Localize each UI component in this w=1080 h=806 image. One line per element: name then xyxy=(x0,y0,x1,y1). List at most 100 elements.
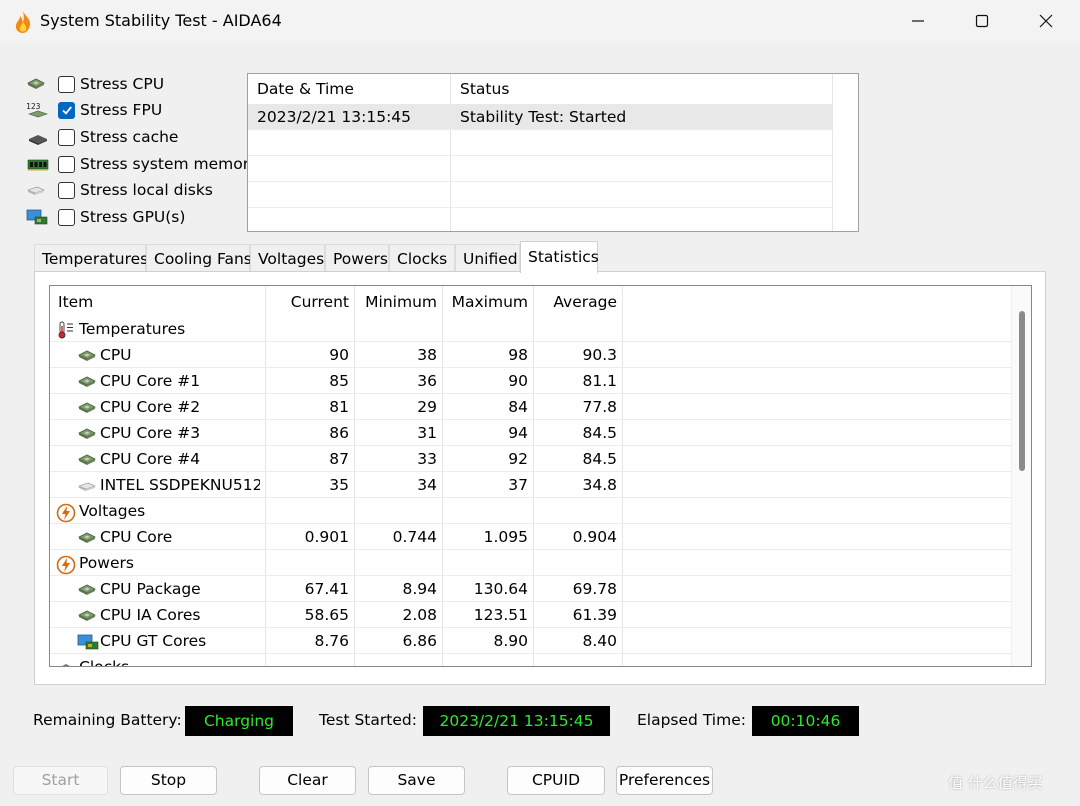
stress-checkbox[interactable] xyxy=(58,128,75,146)
row-maximum-value xyxy=(442,316,528,342)
stop-button[interactable]: Stop xyxy=(120,766,217,795)
group-row[interactable]: Temperatures xyxy=(50,316,1013,342)
status-row[interactable] xyxy=(248,156,833,182)
stress-checkbox[interactable] xyxy=(58,75,75,93)
status-row[interactable] xyxy=(248,182,833,208)
tab-powers[interactable]: Powers xyxy=(325,244,389,272)
start-button[interactable]: Start xyxy=(13,766,108,795)
group-row[interactable]: Powers xyxy=(50,550,1013,576)
stress-option-label: Stress CPU xyxy=(80,75,165,93)
status-row[interactable] xyxy=(248,130,833,156)
status-row[interactable]: 2023/2/21 13:15:45 Stability Test: Starte… xyxy=(248,104,833,130)
fpu-123-icon: 123 xyxy=(26,101,50,119)
row-item-name: CPU GT Cores xyxy=(100,632,207,650)
stress-option-label: Stress system memory xyxy=(80,155,259,173)
row-item-name: Voltages xyxy=(79,502,146,520)
cpu-chip-icon xyxy=(77,425,97,441)
row-current-value xyxy=(265,316,349,342)
row-current-value: 0.901 xyxy=(304,528,349,546)
header-item[interactable]: Item xyxy=(58,286,258,316)
stress-checkbox[interactable] xyxy=(58,181,75,199)
status-text-cell: Stability Test: Started xyxy=(460,108,627,126)
grid-scrollbar[interactable] xyxy=(1011,286,1031,666)
row-current-value: 87 xyxy=(329,450,349,468)
tab-statistics[interactable]: Statistics xyxy=(520,241,599,273)
status-row[interactable] xyxy=(248,208,833,231)
row-item-name: Clocks xyxy=(79,658,130,667)
table-row[interactable]: CPU Core #3 86 31 94 84.5 xyxy=(50,420,1013,446)
statistics-grid[interactable]: Item Current Minimum Maximum Average Tem… xyxy=(49,285,1032,667)
title-bar[interactable]: System Stability Test - AIDA64 xyxy=(0,0,1080,44)
stress-option-label: Stress GPU(s) xyxy=(80,208,186,226)
header-current[interactable]: Current xyxy=(265,286,349,316)
group-row[interactable]: Voltages xyxy=(50,498,1013,524)
tab-temperatures[interactable]: Temperatures xyxy=(34,244,148,272)
row-maximum-value xyxy=(442,654,528,666)
status-log[interactable]: Date & Time Status 2023/2/21 13:15:45 Sta… xyxy=(247,73,859,232)
stress-option[interactable]: Stress GPU(s) xyxy=(26,205,185,229)
table-row[interactable]: CPU Package 67.41 8.94 130.64 69.78 xyxy=(50,576,1013,602)
table-row[interactable]: CPU 90 38 98 90.3 xyxy=(50,342,1013,368)
stress-option[interactable]: Stress CPU xyxy=(26,72,164,96)
row-average-value xyxy=(533,654,617,666)
status-header-status[interactable]: Status xyxy=(451,74,833,104)
stress-checkbox[interactable] xyxy=(58,208,75,226)
header-average[interactable]: Average xyxy=(533,286,617,316)
table-row[interactable]: INTEL SSDPEKNU512... 35 34 37 34.8 xyxy=(50,472,1013,498)
row-maximum-value: 1.095 xyxy=(483,528,528,546)
stress-option[interactable]: Stress cache xyxy=(26,125,178,149)
row-current-value xyxy=(265,498,349,524)
stress-checkbox[interactable] xyxy=(58,155,75,173)
save-button[interactable]: Save xyxy=(368,766,465,795)
clear-button[interactable]: Clear xyxy=(259,766,356,795)
scrollbar-thumb[interactable] xyxy=(1019,311,1025,471)
tab-voltages[interactable]: Voltages xyxy=(250,244,325,272)
row-maximum-value: 8.90 xyxy=(493,632,528,650)
header-minimum[interactable]: Minimum xyxy=(354,286,437,316)
header-maximum[interactable]: Maximum xyxy=(442,286,528,316)
row-item-name: CPU Core #2 xyxy=(100,398,201,416)
status-header-date[interactable]: Date & Time xyxy=(248,74,451,104)
row-average-value: 0.904 xyxy=(572,528,617,546)
preferences-button[interactable]: Preferences xyxy=(616,766,713,795)
tab-cooling-fans[interactable]: Cooling Fans xyxy=(146,244,252,272)
disk-icon xyxy=(77,477,97,493)
stress-option[interactable]: 123 Stress FPU xyxy=(26,98,162,122)
tab-unified[interactable]: Unified xyxy=(455,244,520,272)
cpu-chip-icon xyxy=(77,347,97,363)
maximize-button[interactable] xyxy=(950,0,1014,42)
lightning-icon xyxy=(56,503,76,523)
clock-icon xyxy=(56,659,76,666)
group-row[interactable]: Clocks xyxy=(50,654,1013,667)
disk-icon xyxy=(26,181,50,199)
minimize-button[interactable] xyxy=(886,0,950,42)
cpuid-button[interactable]: CPUID xyxy=(507,766,605,795)
lightning-icon xyxy=(56,555,76,575)
table-row[interactable]: CPU Core #2 81 29 84 77.8 xyxy=(50,394,1013,420)
table-row[interactable]: CPU GT Cores 8.76 6.86 8.90 8.40 xyxy=(50,628,1013,654)
table-row[interactable]: CPU Core #1 85 36 90 81.1 xyxy=(50,368,1013,394)
row-item-name: INTEL SSDPEKNU512... xyxy=(100,476,260,494)
row-average-value: 34.8 xyxy=(582,476,617,494)
watermark: 值 什么值得买 xyxy=(948,774,1043,792)
close-icon xyxy=(1039,14,1053,28)
gpu-monitor-icon xyxy=(26,208,50,226)
table-row[interactable]: CPU IA Cores 58.65 2.08 123.51 61.39 xyxy=(50,602,1013,628)
row-minimum-value: 33 xyxy=(417,450,437,468)
row-current-value: 81 xyxy=(329,398,349,416)
row-average-value xyxy=(533,498,617,524)
table-row[interactable]: CPU Core 0.901 0.744 1.095 0.904 xyxy=(50,524,1013,550)
table-row[interactable]: CPU Core #4 87 33 92 84.5 xyxy=(50,446,1013,472)
row-maximum-value: 98 xyxy=(508,346,528,364)
row-current-value: 85 xyxy=(329,372,349,390)
row-maximum-value: 37 xyxy=(508,476,528,494)
row-minimum-value xyxy=(354,654,437,666)
stress-option[interactable]: Stress system memory xyxy=(26,152,258,176)
row-average-value: 69.78 xyxy=(572,580,617,598)
stress-option[interactable]: Stress local disks xyxy=(26,178,213,202)
stress-checkbox[interactable] xyxy=(58,101,75,119)
close-button[interactable] xyxy=(1014,0,1078,42)
tab-clocks[interactable]: Clocks xyxy=(389,244,455,272)
test-started-value: 2023/2/21 13:15:45 xyxy=(423,706,610,736)
cpu-chip-icon xyxy=(77,607,97,623)
